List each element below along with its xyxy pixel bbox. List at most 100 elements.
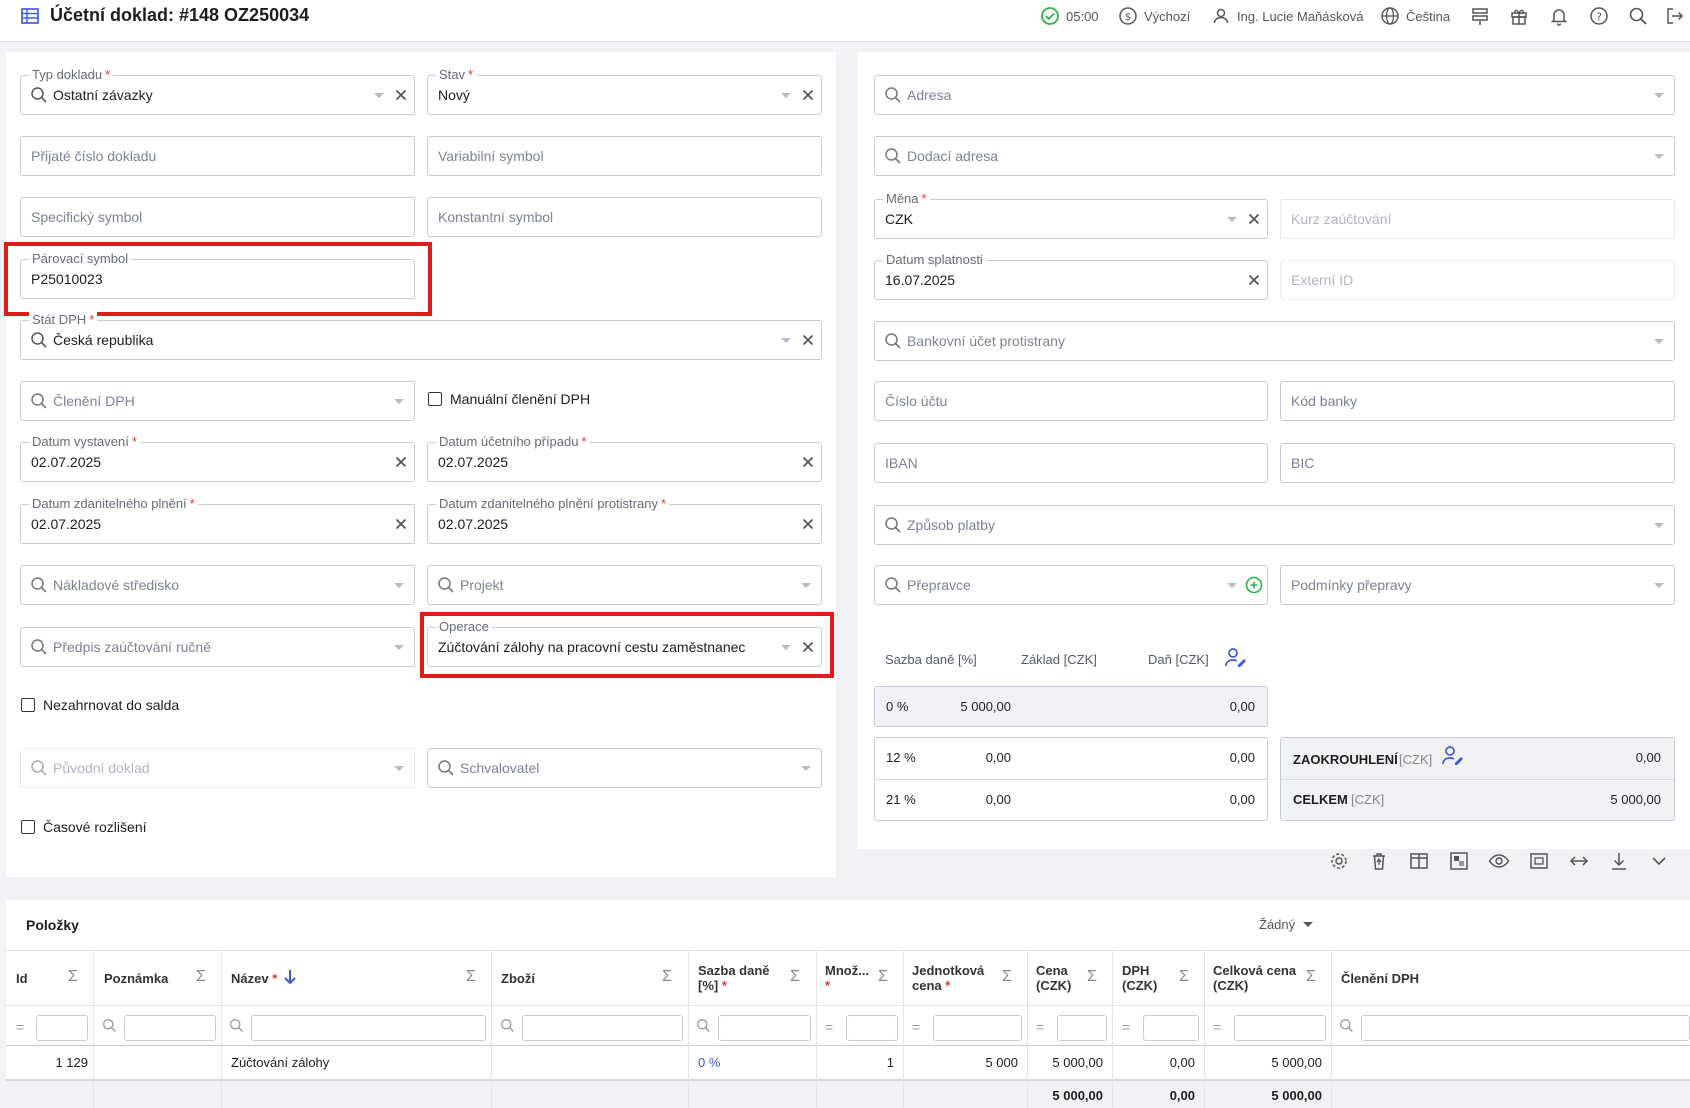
nakladove-stredisko-select[interactable]: Nákladové středisko (20, 565, 415, 605)
chevron-down-icon[interactable] (394, 583, 404, 588)
filter-input-vat-breakdown[interactable] (1361, 1015, 1690, 1041)
checkbox-box[interactable] (21, 698, 35, 712)
logout-icon[interactable] (1665, 6, 1685, 26)
kod-banky-input[interactable]: Kód banky (1280, 381, 1675, 421)
filter-input-vat[interactable] (1143, 1015, 1199, 1041)
chevron-down-icon[interactable] (1654, 583, 1664, 588)
close-icon[interactable] (392, 86, 410, 104)
podminky-prepravy-select[interactable]: Podmínky přepravy (1280, 565, 1675, 605)
chevron-down-icon[interactable] (781, 338, 791, 343)
user-edit-icon[interactable] (1224, 647, 1248, 669)
projekt-select[interactable]: Projekt (427, 565, 822, 605)
chevron-down-icon[interactable] (1654, 523, 1664, 528)
checkbox-box[interactable] (428, 392, 442, 406)
casove-rozliseni-checkbox[interactable]: Časové rozlišení (21, 819, 147, 835)
col-header-id[interactable]: Id (16, 971, 28, 986)
sum-icon[interactable]: Σ (1002, 968, 1012, 986)
datum-vystaveni-input[interactable]: Datum vystavení * 02.07.2025 (20, 434, 415, 482)
close-icon[interactable] (1245, 271, 1263, 289)
equals-filter-icon[interactable]: = (825, 1019, 833, 1035)
fit-screen-icon[interactable] (1528, 850, 1550, 872)
close-icon[interactable] (1245, 210, 1263, 228)
col-header-goods[interactable]: Zboží (501, 971, 535, 986)
col-header-vat[interactable]: DPH (CZK) (1122, 963, 1157, 993)
sum-icon[interactable]: Σ (1179, 968, 1189, 986)
specificky-symbol-input[interactable]: Specifický symbol (20, 197, 415, 237)
col-header-price[interactable]: Cena (CZK) (1036, 963, 1071, 993)
sort-down-icon[interactable] (282, 968, 298, 986)
chevron-down-icon[interactable] (374, 93, 384, 98)
datum-zdanitelneho-protistrany-input[interactable]: Datum zdanitelného plnění protistrany * 0… (427, 496, 822, 544)
mena-select[interactable]: Měna * CZK (874, 191, 1268, 239)
stat-dph-select[interactable]: Stát DPH * Česká republika (20, 312, 822, 360)
chevron-down-icon[interactable] (801, 766, 811, 771)
bell-icon[interactable] (1549, 6, 1569, 26)
chevron-down-icon[interactable] (1227, 583, 1237, 588)
zpusob-platby-select[interactable]: Způsob platby (874, 505, 1675, 545)
sum-icon[interactable]: Σ (1306, 968, 1316, 986)
equals-filter-icon[interactable]: = (16, 1019, 24, 1035)
chevron-down-icon[interactable] (394, 645, 404, 650)
gift-icon[interactable] (1509, 6, 1529, 26)
language-selector[interactable]: Čeština (1380, 6, 1450, 26)
equals-filter-icon[interactable]: = (1036, 1019, 1044, 1035)
col-header-note[interactable]: Poznámka (104, 971, 168, 986)
filter-input-note[interactable] (124, 1015, 216, 1041)
bic-input[interactable]: BIC (1280, 443, 1675, 483)
equals-filter-icon[interactable]: = (1213, 1019, 1221, 1035)
user-edit-icon[interactable] (1441, 745, 1465, 767)
chevron-down-icon[interactable] (1648, 850, 1670, 872)
filter-input-total[interactable] (1234, 1015, 1326, 1041)
sum-icon[interactable]: Σ (1087, 968, 1097, 986)
col-header-name[interactable]: Název * (231, 971, 277, 986)
filter-input-unit-price[interactable] (933, 1015, 1022, 1041)
datum-splatnosti-input[interactable]: Datum splatnosti 16.07.2025 (874, 252, 1268, 300)
trash-icon[interactable] (1368, 850, 1390, 872)
equals-filter-icon[interactable]: = (1122, 1019, 1130, 1035)
iban-input[interactable]: IBAN (874, 443, 1268, 483)
prepravce-select[interactable]: Přepravce (874, 565, 1268, 605)
grouping-select[interactable]: Žádný (1259, 917, 1314, 932)
close-icon[interactable] (799, 515, 817, 533)
cell-vat-rate[interactable]: 0 % (698, 1055, 720, 1070)
prijate-cislo-input[interactable]: Přijaté číslo dokladu (20, 136, 415, 176)
filter-input-vat-rate[interactable] (718, 1015, 811, 1041)
sum-icon[interactable]: Σ (790, 968, 800, 986)
chevron-down-icon[interactable] (1654, 154, 1664, 159)
predpis-zauctovani-select[interactable]: Předpis zaúčtování ručně (20, 627, 415, 667)
close-icon[interactable] (392, 515, 410, 533)
close-icon[interactable] (799, 86, 817, 104)
user-menu[interactable]: Ing. Lucie Maňásková (1211, 6, 1363, 26)
filter-input-price[interactable] (1057, 1015, 1107, 1041)
filter-input-id[interactable] (36, 1015, 88, 1041)
cleneni-dph-select[interactable]: Členění DPH (20, 381, 415, 421)
resize-horizontal-icon[interactable] (1568, 850, 1590, 872)
col-header-unit-price[interactable]: Jednotková cena * (912, 963, 984, 993)
filter-input-qty[interactable] (846, 1015, 898, 1041)
sum-icon[interactable]: Σ (662, 968, 672, 986)
layout-icon[interactable] (1448, 850, 1470, 872)
cislo-uctu-input[interactable]: Číslo účtu (874, 381, 1268, 421)
nezahrnovat-checkbox[interactable]: Nezahrnovat do salda (21, 697, 179, 713)
equals-filter-icon[interactable]: = (912, 1019, 920, 1035)
adresa-select[interactable]: Adresa (874, 75, 1675, 115)
signpost-icon[interactable] (1470, 6, 1490, 26)
sum-icon[interactable]: Σ (466, 968, 476, 986)
dodaci-adresa-select[interactable]: Dodací adresa (874, 136, 1675, 176)
eye-icon[interactable] (1488, 850, 1510, 872)
checkbox-box[interactable] (21, 820, 35, 834)
stav-select[interactable]: Stav * Nový (427, 67, 822, 115)
col-header-vat-breakdown[interactable]: Členění DPH (1341, 971, 1419, 986)
sum-icon[interactable]: Σ (878, 968, 888, 986)
close-icon[interactable] (392, 453, 410, 471)
chevron-down-icon[interactable] (1654, 339, 1664, 344)
gear-icon[interactable] (1328, 850, 1350, 872)
close-icon[interactable] (799, 453, 817, 471)
sum-icon[interactable]: Σ (68, 968, 78, 986)
sum-icon[interactable]: Σ (196, 968, 206, 986)
chevron-down-icon[interactable] (801, 583, 811, 588)
close-icon[interactable] (799, 331, 817, 349)
profile-selector[interactable]: $ Výchozí (1118, 6, 1190, 26)
schvalovatel-select[interactable]: Schvalovatel (427, 748, 822, 788)
manualni-cleneni-checkbox[interactable]: Manuální členění DPH (428, 391, 590, 407)
